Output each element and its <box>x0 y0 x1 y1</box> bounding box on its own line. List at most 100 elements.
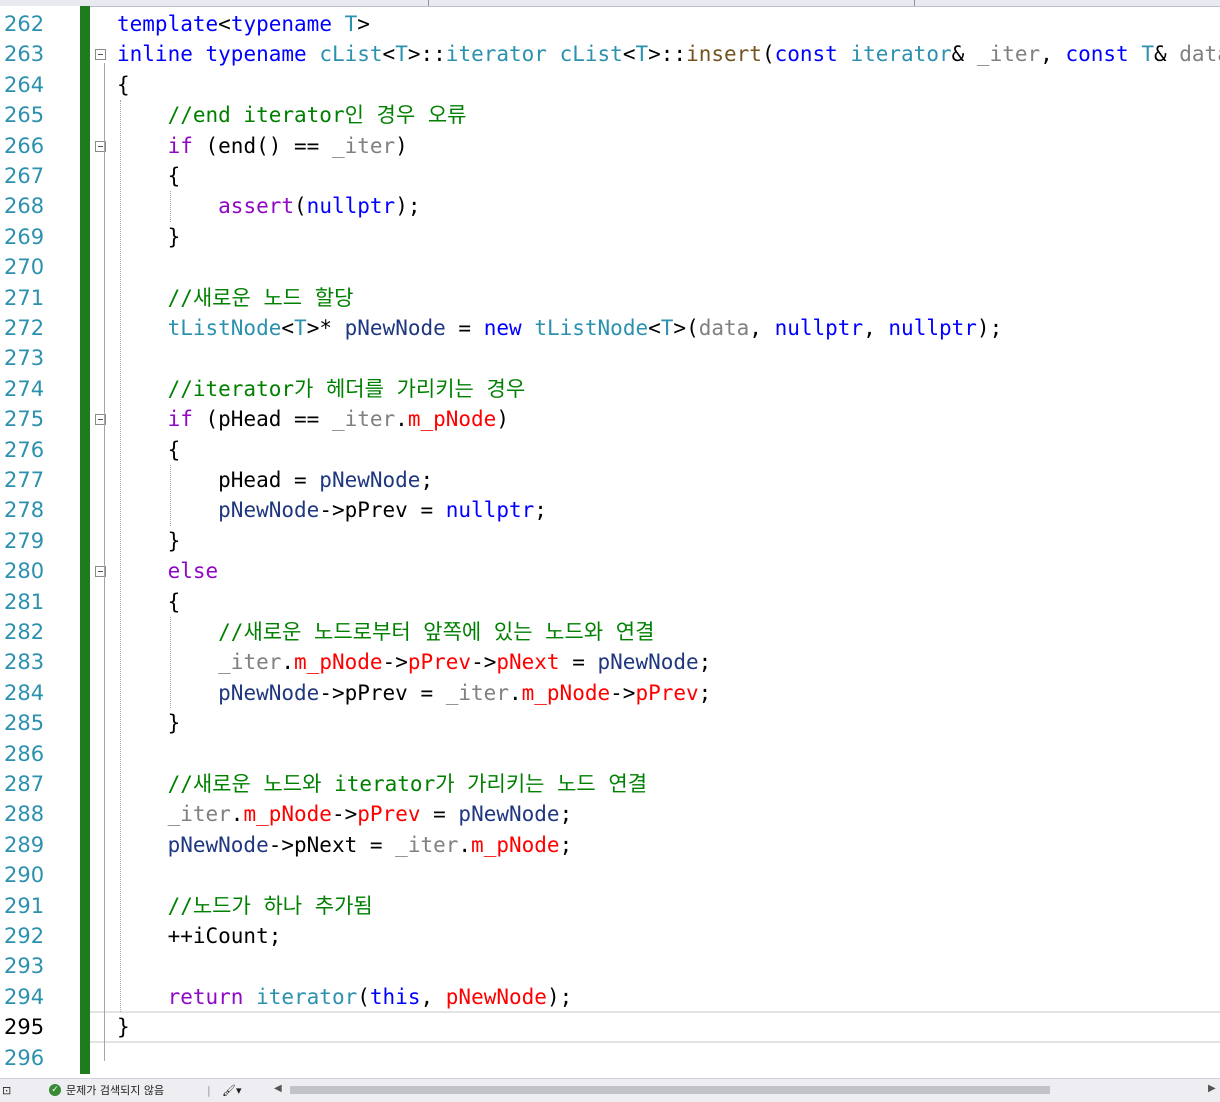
code-token: cList <box>559 42 623 67</box>
code-line[interactable]: } <box>117 708 181 738</box>
collapse-icon[interactable] <box>95 49 106 61</box>
code-line[interactable]: inline typename cList<T>::iterator cList… <box>117 39 1220 69</box>
code-line[interactable]: //새로운 노드로부터 앞쪽에 있는 노드와 연결 <box>117 617 654 647</box>
code-line[interactable]: //노드가 하나 추가됨 <box>117 891 373 921</box>
line-number: 273 <box>4 346 45 371</box>
code-token: > <box>357 12 370 36</box>
code-token: //새로운 노드 할당 <box>167 285 354 310</box>
code-line[interactable]: if (end() == _iter) <box>117 131 408 161</box>
code-token: pNewNode <box>218 680 320 705</box>
code-token: & <box>1153 42 1180 67</box>
code-token: } <box>117 224 181 249</box>
code-line[interactable]: { <box>117 70 130 100</box>
code-line[interactable]: { <box>117 435 181 465</box>
code-token: ) <box>496 407 509 432</box>
code-token: ; <box>420 468 434 492</box>
code-token: ( <box>294 194 307 219</box>
code-line[interactable]: //새로운 노드 할당 <box>117 283 354 313</box>
line-number: 268 <box>4 194 45 219</box>
code-line[interactable]: tListNode<T>* pNewNode = new tListNode<T… <box>117 313 1003 343</box>
code-token: cList <box>319 42 383 67</box>
line-number: 281 <box>4 589 45 614</box>
code-token: insert <box>686 42 762 67</box>
code-token: _iter <box>395 832 459 857</box>
line-number: 293 <box>4 954 45 979</box>
line-number: 267 <box>4 164 45 188</box>
line-number: 296 <box>4 1045 45 1070</box>
code-token: ); <box>546 984 573 1009</box>
code-line[interactable]: ++iCount; <box>117 921 282 951</box>
code-line[interactable]: assert(nullptr); <box>117 191 420 221</box>
code-token: ( <box>357 984 370 1009</box>
code-token: (end() == <box>192 133 332 158</box>
code-token: this <box>369 984 421 1009</box>
code-token: if <box>167 407 193 432</box>
code-token: , <box>749 316 775 340</box>
code-token: T <box>1141 42 1154 67</box>
horizontal-scrollbar-thumb[interactable] <box>290 1086 1050 1094</box>
line-number: 266 <box>4 133 45 158</box>
code-line[interactable]: template<typename T> <box>117 9 370 39</box>
line-number: 289 <box>4 832 45 857</box>
code-token: pNewNode <box>445 984 547 1009</box>
code-token: //노드가 하나 추가됨 <box>167 893 373 918</box>
code-token: new <box>483 316 522 340</box>
code-token: pNewNode <box>319 468 421 492</box>
code-token: ->pNext = <box>268 832 396 857</box>
code-token: >:: <box>407 42 446 67</box>
code-line[interactable]: _iter.m_pNode->pPrev = pNewNode; <box>117 799 573 829</box>
code-line[interactable]: pHead = pNewNode; <box>117 465 433 495</box>
code-line[interactable]: pNewNode->pNext = _iter.m_pNode; <box>117 830 573 860</box>
code-token: nullptr <box>306 194 396 219</box>
code-line[interactable]: //새로운 노드와 iterator가 가리키는 노드 연결 <box>117 769 647 799</box>
brush-icon[interactable]: 🖌▾ <box>222 1083 242 1098</box>
scroll-left-arrow-icon[interactable]: ◀ <box>274 1083 282 1094</box>
code-token: pPrev <box>357 802 421 827</box>
code-line[interactable]: _iter.m_pNode->pPrev->pNext = pNewNode; <box>117 647 711 677</box>
code-token: ); <box>395 194 421 219</box>
status-divider: | <box>207 1084 211 1097</box>
code-line[interactable]: else <box>117 556 219 586</box>
code-line[interactable]: pNewNode->pPrev = nullptr; <box>117 495 547 525</box>
code-line[interactable]: if (pHead == _iter.m_pNode) <box>117 404 509 434</box>
code-token: ->pPrev = <box>319 498 446 523</box>
code-token: . <box>230 802 244 827</box>
code-token: , <box>420 984 446 1009</box>
code-token: template <box>117 12 219 36</box>
line-number: 277 <box>4 468 45 492</box>
code-line[interactable]: { <box>117 161 181 191</box>
issues-status-text[interactable]: 문제가 검색되지 않음 <box>66 1083 164 1098</box>
code-token: typename <box>230 12 332 36</box>
code-token: -> <box>382 650 408 675</box>
line-number: 288 <box>4 802 45 827</box>
code-line[interactable]: } <box>117 222 181 252</box>
code-line[interactable]: return iterator(this, pNewNode); <box>117 982 573 1012</box>
code-editor[interactable]: template<typename T> inline typename cLis… <box>90 6 1220 1078</box>
code-line[interactable]: //iterator가 헤더를 가리키는 경우 <box>117 374 526 404</box>
status-left-icon[interactable]: ⊡ <box>2 1083 11 1098</box>
line-number: 270 <box>4 255 45 280</box>
code-token: pNewNode <box>167 832 269 857</box>
code-token: { <box>117 589 181 614</box>
code-token: pNext <box>496 650 560 675</box>
code-token: ( <box>761 42 775 67</box>
code-token: //새로운 노드로부터 앞쪽에 있는 노드와 연결 <box>218 620 655 644</box>
code-line[interactable]: pNewNode->pPrev = _iter.m_pNode->pPrev; <box>117 678 711 708</box>
code-line[interactable]: } <box>117 1012 130 1042</box>
code-line[interactable]: { <box>117 587 181 617</box>
code-token: iterator <box>256 984 358 1009</box>
code-token: tListNode <box>534 316 649 340</box>
line-number: 292 <box>4 924 45 948</box>
code-line[interactable]: //end iterator인 경우 오류 <box>117 100 467 130</box>
scroll-right-arrow-icon[interactable]: ▶ <box>1208 1083 1216 1094</box>
code-line[interactable]: } <box>117 526 181 556</box>
line-number: 282 <box>4 620 45 644</box>
